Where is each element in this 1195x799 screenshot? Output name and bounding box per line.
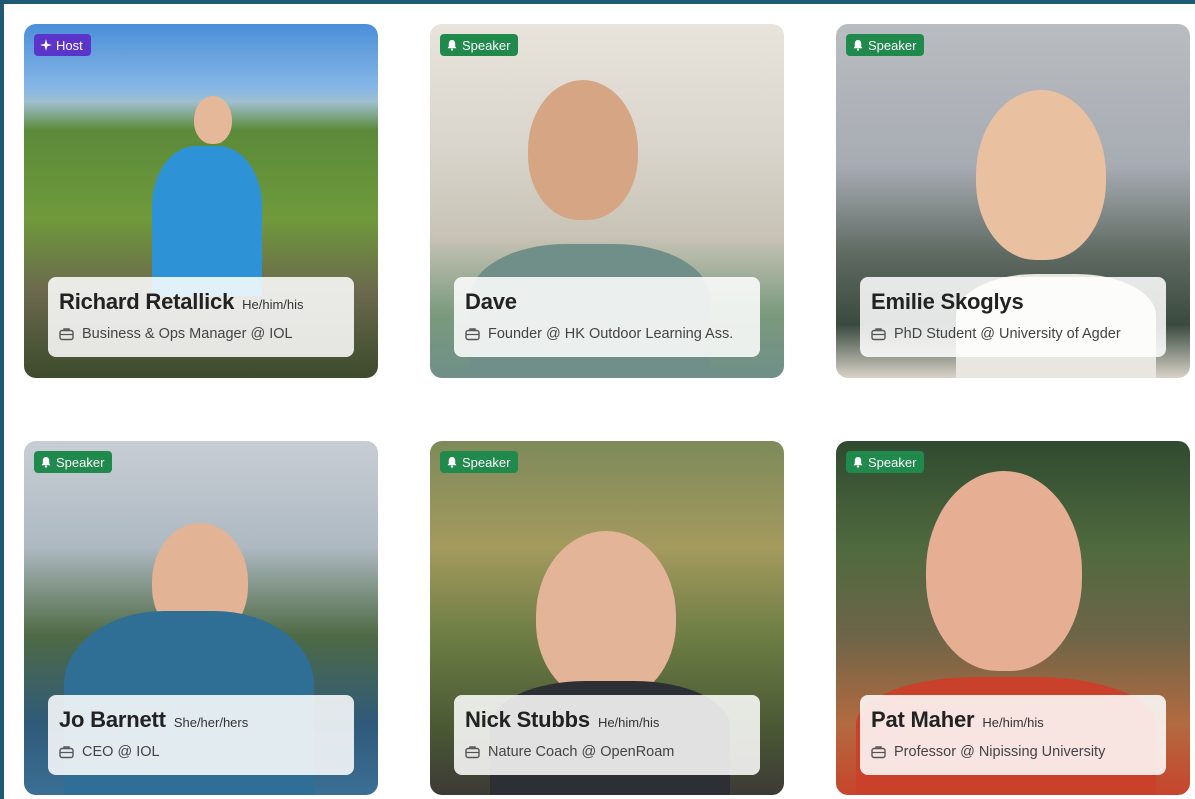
- speaker-badge: Speaker: [440, 34, 519, 56]
- speaker-pronouns: She/her/hers: [173, 715, 249, 730]
- bell-icon: [447, 40, 457, 51]
- badge-label: Speaker: [56, 454, 105, 470]
- speaker-info-panel: Nick Stubbs He/him/his Nature Coach @ Op…: [454, 695, 760, 775]
- badge-label: Host: [56, 37, 83, 53]
- sparkle-icon: [40, 39, 52, 51]
- speaker-card-pat-maher[interactable]: Speaker Pat Maher He/him/his Professor @…: [836, 441, 1190, 795]
- briefcase-icon: [59, 746, 74, 759]
- badge-label: Speaker: [462, 37, 511, 53]
- speaker-info-panel: Emilie Skoglys PhD Student @ University …: [860, 277, 1166, 357]
- speaker-name: Pat Maher: [871, 707, 975, 732]
- bell-icon: [41, 457, 51, 468]
- speaker-card-richard-retallick[interactable]: Host Richard Retallick He/him/his Busine…: [24, 24, 378, 378]
- badge-label: Speaker: [868, 37, 917, 53]
- briefcase-icon: [465, 328, 480, 341]
- speaker-role: Nature Coach @ OpenRoam: [488, 744, 675, 760]
- host-badge: Host: [34, 34, 91, 56]
- speaker-card-jo-barnett[interactable]: Speaker Jo Barnett She/her/hers CEO @ IO…: [24, 441, 378, 795]
- frame-border-left: [0, 0, 4, 799]
- badge-label: Speaker: [868, 454, 917, 470]
- speaker-pronouns: He/him/his: [982, 715, 1044, 730]
- speaker-name: Dave: [465, 289, 517, 314]
- speaker-badge: Speaker: [34, 451, 113, 473]
- speaker-card-emilie-skoglys[interactable]: Speaker Emilie Skoglys PhD Student @ Uni…: [836, 24, 1190, 378]
- speaker-pronouns: He/him/his: [597, 715, 660, 730]
- briefcase-icon: [871, 746, 886, 759]
- speaker-name: Richard Retallick: [59, 289, 235, 314]
- speaker-role: Founder @ HK Outdoor Learning Ass.: [488, 326, 734, 342]
- briefcase-icon: [465, 746, 480, 759]
- speaker-name: Emilie Skoglys: [871, 289, 1024, 314]
- speaker-card-dave[interactable]: Speaker Dave Founder @ HK Outdoor Learni…: [430, 24, 784, 378]
- frame-border-top: [0, 0, 1195, 4]
- speaker-info-panel: Richard Retallick He/him/his Business & …: [48, 277, 354, 357]
- speaker-name: Jo Barnett: [59, 707, 166, 732]
- bell-icon: [853, 457, 863, 468]
- briefcase-icon: [59, 328, 74, 341]
- speaker-info-panel: Jo Barnett She/her/hers CEO @ IOL: [48, 695, 354, 775]
- speaker-role: CEO @ IOL: [82, 744, 160, 760]
- speaker-badge: Speaker: [846, 451, 925, 473]
- speaker-badge: Speaker: [846, 34, 925, 56]
- speaker-info-panel: Dave Founder @ HK Outdoor Learning Ass.: [454, 277, 760, 357]
- briefcase-icon: [871, 328, 886, 341]
- speaker-badge: Speaker: [440, 451, 519, 473]
- bell-icon: [447, 457, 457, 468]
- speaker-role: PhD Student @ University of Agder: [894, 326, 1121, 342]
- speaker-info-panel: Pat Maher He/him/his Professor @ Nipissi…: [860, 695, 1166, 775]
- speaker-card-nick-stubbs[interactable]: Speaker Nick Stubbs He/him/his Nature Co…: [430, 441, 784, 795]
- speaker-pronouns: He/him/his: [242, 297, 304, 312]
- bell-icon: [853, 40, 863, 51]
- speaker-role: Business & Ops Manager @ IOL: [82, 326, 293, 342]
- speaker-name: Nick Stubbs: [465, 707, 590, 732]
- speaker-role: Professor @ Nipissing University: [894, 744, 1106, 760]
- badge-label: Speaker: [462, 454, 511, 470]
